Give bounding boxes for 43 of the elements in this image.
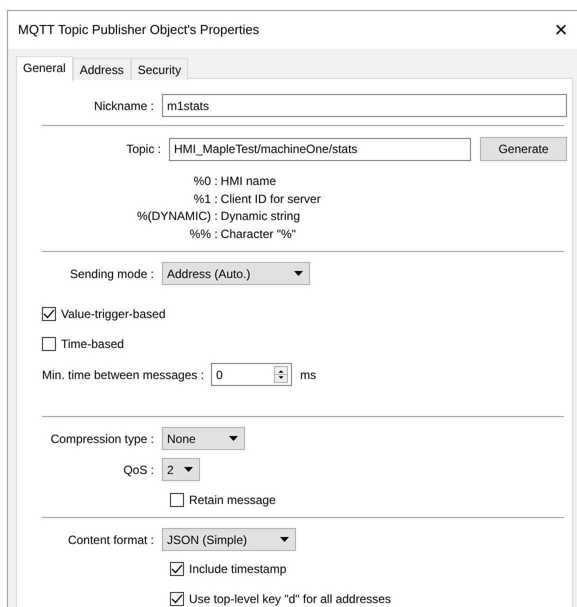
checkbox-label: Include timestamp (189, 561, 286, 578)
field-label: Nickname : (92, 98, 155, 114)
tab[interactable]: Security (130, 58, 188, 80)
field-label: Min. time between messages : (42, 366, 204, 384)
generate-button[interactable]: Generate (480, 137, 567, 161)
field-label: Content format : (66, 532, 155, 548)
dropdown[interactable]: JSON (Simple) (162, 528, 296, 551)
dropdown[interactable]: None (162, 427, 245, 450)
topic-field[interactable]: HMI_MapleTest/machineOne/stats (169, 138, 471, 160)
checkbox[interactable] (42, 307, 56, 321)
dropdown-caret-icon (184, 467, 193, 472)
field-label: Compression type : (50, 430, 155, 448)
checkbox-label: Time-based (61, 336, 124, 353)
legend-text: Client ID for server (220, 190, 321, 208)
checkbox-label: Retain message (189, 492, 276, 509)
window-title: MQTT Topic Publisher Object's Properties (18, 21, 260, 40)
close-button[interactable]: × (541, 19, 577, 41)
checkbox-label: Use top-level key "d" for all addresses (189, 591, 391, 607)
dropdown-caret-icon (294, 271, 303, 276)
legend-text: Dynamic string (220, 208, 302, 225)
tab[interactable]: Address (72, 58, 131, 80)
dropdown[interactable]: 2 (162, 458, 200, 481)
legend-key: %% : (137, 226, 221, 243)
spin-arrows-icon[interactable] (274, 366, 288, 383)
checkbox-label: Value-trigger-based (61, 306, 166, 323)
legend-text: HMI name (220, 173, 278, 190)
field-label: Topic : (125, 141, 162, 158)
dropdown-caret-icon (229, 436, 238, 441)
field-label: Sending mode : (68, 266, 155, 282)
unit-label: ms (300, 366, 316, 384)
nickname-field[interactable]: m1stats (162, 94, 567, 117)
legend-key: %1 : (137, 190, 221, 208)
field-label: QoS : (122, 462, 155, 478)
dropdown[interactable]: Address (Auto.) (162, 262, 310, 285)
checkbox[interactable] (170, 493, 184, 507)
legend-key: %0 : (137, 173, 221, 190)
legend-text: Character "%" (220, 226, 297, 242)
checkbox[interactable] (42, 337, 56, 351)
checkbox[interactable] (170, 562, 184, 576)
dropdown-caret-icon (280, 537, 289, 542)
legend-key: %(DYNAMIC) : (137, 208, 221, 226)
checkbox[interactable] (170, 592, 184, 606)
tab[interactable]: General (16, 56, 73, 81)
